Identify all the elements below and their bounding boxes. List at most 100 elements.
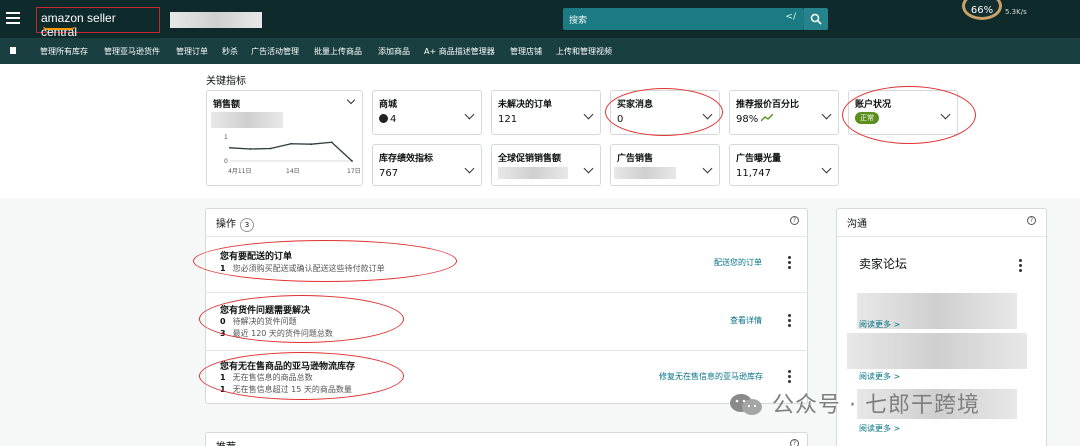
fix-stranded-inventory-link[interactable]: 修复无在售信息的亚马逊库存 — [659, 371, 763, 382]
nav-bulk-upload[interactable]: 批量上传商品 — [314, 46, 362, 57]
forum-post-redacted[interactable] — [847, 333, 1027, 369]
chevron-down-icon[interactable] — [702, 163, 713, 174]
logo-text: amazon seller central — [41, 11, 116, 39]
account-health-card[interactable]: 账户状况 正常 — [848, 90, 958, 135]
key-metrics-title: 关键指标 — [206, 76, 246, 87]
nav-add-product[interactable]: 添加商品 — [378, 46, 410, 57]
nav-manage-stores[interactable]: 管理店铺 — [510, 46, 542, 57]
ad-impressions-value: 11,747 — [736, 168, 771, 179]
sales-card[interactable]: 销售额 1 0 4月11日 14日 17日 — [206, 90, 363, 186]
action-heading: 您有无在售商品的亚马逊物流库存 — [220, 362, 356, 372]
featured-offer-title: 推荐报价百分比 — [736, 100, 800, 110]
globe-icon — [379, 114, 388, 123]
inventory-performance-title: 库存绩效指标 — [379, 154, 434, 164]
search-icon — [810, 13, 822, 25]
more-options-icon[interactable] — [788, 370, 791, 385]
help-icon[interactable]: ? — [1027, 216, 1036, 225]
actions-count-badge: 3 — [240, 218, 254, 232]
more-options-icon[interactable] — [788, 256, 791, 271]
bookmark-icon[interactable] — [10, 47, 16, 54]
nav-manage-videos[interactable]: 上传和管理视频 — [556, 46, 612, 57]
chevron-down-icon[interactable] — [464, 109, 475, 120]
actions-panel: 操作 3 ? 您有要配送的订单 1 您必须购买配送或确认配送这些待付款订单 配送您的… — [205, 208, 808, 404]
sales-line-chart: 1 04月11日 14日 17日 — [224, 134, 360, 175]
ad-sales-title: 广告销售 — [617, 154, 654, 164]
search-placeholder: 搜索 — [569, 16, 588, 26]
status-badge: 正常 — [855, 112, 879, 124]
nav-manage-inventory[interactable]: 管理所有库存 — [40, 46, 88, 57]
read-more-link[interactable]: 阅读更多 > — [859, 319, 900, 330]
sales-data-point — [229, 146, 231, 149]
x-tick-label: 4月11日 — [228, 168, 251, 175]
top-bar: amazon seller central 搜索 </ 66% 5.3K/s — [0, 0, 1080, 39]
search-button[interactable] — [804, 8, 828, 30]
action-line: 0 待解决的货件问题 — [220, 317, 297, 326]
view-details-link[interactable]: 查看详情 — [730, 315, 762, 326]
recommendations-panel: 推荐 ? — [205, 432, 808, 446]
action-heading: 您有要配送的订单 — [220, 252, 293, 262]
featured-offer-card[interactable]: 推荐报价百分比 98% — [729, 90, 839, 135]
global-promo-sales-redacted — [498, 167, 568, 179]
nav-a-plus-manager[interactable]: A+ 商品描述管理器 — [424, 46, 495, 57]
recommendations-title: 推荐 — [216, 438, 236, 446]
actions-title: 操作 — [216, 219, 236, 230]
action-heading: 您有货件问题需要解决 — [220, 306, 311, 316]
more-options-icon[interactable] — [788, 314, 791, 329]
featured-offer-percent: 98% — [736, 114, 759, 125]
keyboard-shortcut-icon: </ — [785, 12, 796, 22]
read-more-link[interactable]: 阅读更多 > — [859, 371, 900, 382]
y-tick-label: 1 — [224, 134, 228, 141]
ad-impressions-title: 广告曝光量 — [736, 154, 782, 164]
nav-manage-orders[interactable]: 管理订单 — [176, 46, 208, 57]
chevron-down-icon[interactable] — [583, 109, 594, 120]
action-line: 1 您必须购买配送或确认配送这些待付款订单 — [220, 264, 385, 273]
ad-sales-redacted — [614, 167, 676, 179]
account-health-title: 账户状况 — [855, 100, 892, 110]
amazon-seller-central-logo[interactable]: amazon seller central — [36, 7, 160, 39]
action-line: 1 无在售信息超过 15 天的商品数量 — [220, 385, 352, 394]
sales-title: 销售额 — [213, 100, 241, 110]
buyer-messages-card[interactable]: 买家消息 0 — [610, 90, 720, 135]
y-tick-label: 0 — [224, 158, 228, 165]
ad-sales-card[interactable]: 广告销售 — [610, 144, 720, 186]
chevron-down-icon[interactable] — [464, 163, 475, 174]
ship-orders-link[interactable]: 配送您的订单 — [714, 257, 762, 268]
nav-deals[interactable]: 秒杀 — [222, 46, 238, 57]
inventory-performance-value: 767 — [379, 168, 399, 179]
seller-forum-title[interactable]: 卖家论坛 — [859, 255, 907, 272]
action-line: 1 无在售信息的商品总数 — [220, 373, 313, 382]
inventory-performance-card[interactable]: 库存绩效指标 767 — [372, 144, 482, 186]
marketplace-title: 商城 — [379, 100, 398, 110]
marketplace-card[interactable]: 商城 4 — [372, 90, 482, 135]
trend-up-icon — [760, 113, 774, 122]
unresolved-orders-value: 121 — [498, 114, 518, 125]
unresolved-orders-card[interactable]: 未解决的订单 121 — [491, 90, 601, 135]
nav-campaign-manager[interactable]: 广告活动管理 — [251, 46, 299, 57]
global-promo-sales-card[interactable]: 全球促销销售额 — [491, 144, 601, 186]
store-name-redacted[interactable] — [170, 12, 262, 28]
read-more-link[interactable]: 阅读更多 > — [859, 423, 900, 434]
unresolved-orders-title: 未解决的订单 — [498, 100, 553, 110]
help-icon[interactable]: ? — [790, 439, 799, 446]
help-icon[interactable]: ? — [790, 216, 799, 225]
ad-impressions-card[interactable]: 广告曝光量 11,747 — [729, 144, 839, 186]
watermark-text: 公众号 · 七郎干跨境 — [772, 393, 980, 418]
nav-manage-shipments[interactable]: 管理亚马逊货件 — [104, 46, 160, 57]
menu-icon[interactable] — [6, 12, 20, 24]
sales-data-point — [310, 143, 313, 146]
chevron-down-icon[interactable] — [346, 95, 356, 105]
action-line: 3 最近 120 天的货件问题总数 — [220, 329, 333, 338]
marketplace-value: 4 — [379, 114, 396, 125]
chevron-down-icon[interactable] — [940, 109, 951, 120]
more-options-icon[interactable] — [1019, 259, 1022, 274]
chevron-down-icon[interactable] — [702, 109, 713, 120]
action-row-fba-inventory: 您有无在售商品的亚马逊物流库存 1 无在售信息的商品总数 1 无在售信息超过 15 … — [206, 350, 806, 404]
chevron-down-icon[interactable] — [821, 109, 832, 120]
search-input[interactable]: 搜索 </ — [563, 8, 804, 30]
gauge-value: 66% — [970, 5, 994, 16]
sales-data-point — [249, 148, 252, 150]
action-row-shipments: 您有货件问题需要解决 0 待解决的货件问题 3 最近 120 天的货件问题总数 查看… — [206, 292, 806, 350]
chevron-down-icon[interactable] — [583, 163, 594, 174]
x-tick-label: 14日 — [286, 168, 300, 175]
chevron-down-icon[interactable] — [821, 163, 832, 174]
